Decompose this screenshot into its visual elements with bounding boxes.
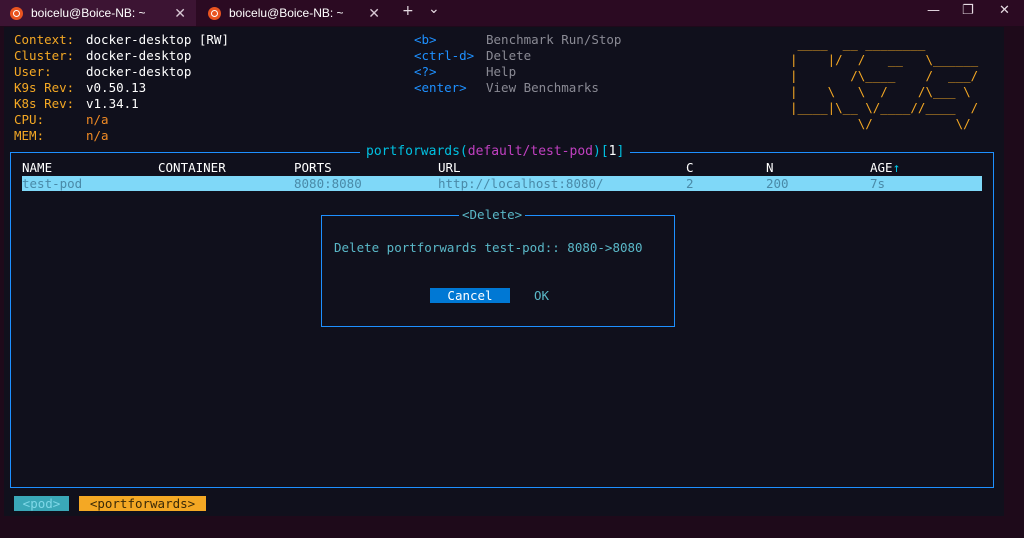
cell-ports: 8080:8080: [294, 176, 362, 191]
info-label-context: Context:: [14, 32, 75, 47]
close-icon[interactable]: ✕: [368, 5, 380, 22]
view-scope: default/test-pod: [467, 144, 593, 159]
column-header-url[interactable]: URL: [438, 160, 461, 176]
tab-dropdown-button[interactable]: ⌄: [428, 1, 440, 17]
tab-title: boicelu@Boice-NB: ~: [229, 6, 344, 20]
breadcrumb-portforwards[interactable]: <portforwards>: [79, 496, 206, 511]
info-label-k8s-rev: K8s Rev:: [14, 96, 75, 111]
view-bracket: [: [600, 144, 609, 159]
shortcut-key: <ctrl-d>: [414, 48, 475, 63]
info-value-cluster: docker-desktop: [86, 48, 192, 63]
tab-title: boicelu@Boice-NB: ~: [31, 6, 146, 20]
terminal-tab[interactable]: boicelu@Boice-NB: ~ ✕: [198, 0, 390, 26]
column-header-container[interactable]: CONTAINER: [158, 160, 226, 176]
info-label-cpu: CPU:: [14, 112, 45, 127]
column-header-name[interactable]: NAME: [22, 160, 52, 176]
cancel-button[interactable]: Cancel: [430, 288, 510, 303]
column-header-ports[interactable]: PORTS: [294, 160, 332, 176]
column-header-n[interactable]: N: [766, 160, 774, 176]
window-titlebar: boicelu@Boice-NB: ~ ✕ boicelu@Boice-NB: …: [0, 0, 1024, 26]
close-icon[interactable]: ✕: [174, 5, 186, 22]
info-value-mem: n/a: [86, 128, 109, 143]
info-value-user: docker-desktop: [86, 64, 192, 79]
window-close-button[interactable]: ✕: [999, 3, 1010, 18]
ubuntu-icon: [208, 6, 221, 20]
info-label-mem: MEM:: [14, 128, 45, 143]
k9s-logo: ____ __ ________ | |/ / __ \______ | /\_…: [790, 36, 979, 131]
maximize-button[interactable]: ❐: [962, 3, 974, 18]
new-tab-button[interactable]: +: [402, 3, 414, 19]
cell-n: 200: [766, 176, 789, 191]
info-value-k8s-rev: v1.34.1: [86, 96, 139, 111]
shortcut-key: <?>: [414, 64, 437, 79]
info-label-k9s-rev: K9s Rev:: [14, 80, 75, 95]
ok-button[interactable]: OK: [534, 288, 549, 303]
shortcut-action: Help: [486, 64, 517, 79]
terminal-tab-active[interactable]: boicelu@Boice-NB: ~ ✕: [0, 0, 196, 26]
view-title: portforwards(default/test-pod)[1]: [360, 143, 631, 161]
info-value-cpu: n/a: [86, 112, 109, 127]
info-label-user: User:: [14, 64, 52, 79]
breadcrumb-pod[interactable]: <pod>: [14, 496, 69, 511]
view-resource: portforwards: [366, 144, 460, 159]
dialog-message: Delete portforwards test-pod:: 8080->808…: [334, 240, 643, 255]
column-header-age[interactable]: AGE↑: [870, 160, 900, 176]
view-bracket: ]: [616, 144, 625, 159]
info-value-context: docker-desktop [RW]: [86, 32, 229, 47]
view-paren: (: [459, 144, 468, 159]
shortcut-key: <enter>: [414, 80, 467, 95]
cell-c: 2: [686, 176, 694, 191]
cell-age: 7s: [870, 176, 886, 191]
delete-dialog: [321, 215, 675, 327]
cell-url: http://localhost:8080/: [438, 176, 604, 191]
minimize-button[interactable]: —: [927, 3, 940, 18]
view-paren: ): [592, 144, 601, 159]
shortcut-action: Benchmark Run/Stop: [486, 32, 622, 47]
shortcut-key: <b>: [414, 32, 437, 47]
shortcut-action: Delete: [486, 48, 532, 63]
column-header-c[interactable]: C: [686, 160, 694, 176]
ubuntu-icon: [10, 6, 23, 20]
column-header-age-label: AGE: [870, 160, 893, 175]
info-label-cluster: Cluster:: [14, 48, 75, 63]
cell-name: test-pod: [22, 176, 83, 191]
dialog-title: <Delete>: [459, 207, 526, 223]
shortcut-action: View Benchmarks: [486, 80, 599, 95]
sort-arrow-icon: ↑: [892, 160, 901, 175]
info-value-k9s-rev: v0.50.13: [86, 80, 147, 95]
